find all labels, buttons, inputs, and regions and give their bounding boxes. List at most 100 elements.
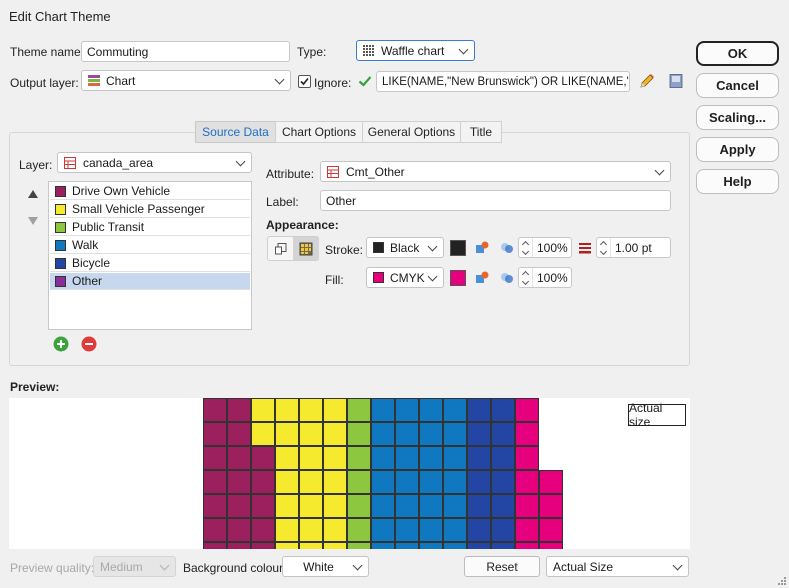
resize-grip-icon[interactable] [777,576,787,586]
waffle-cell [515,470,539,494]
tab-general-options[interactable]: General Options [362,121,461,143]
waffle-cell [299,542,323,549]
list-item[interactable]: Drive Own Vehicle [50,183,250,200]
preview-quality-select[interactable]: Medium [93,556,176,577]
color-picker-icon[interactable] [475,271,489,285]
appearance-title: Appearance: [266,218,339,232]
fill-color-select[interactable]: CMYK [366,267,444,288]
waffle-cell [443,422,467,446]
stroke-color-value: Black [390,240,420,255]
preview-quality-label: Preview quality: [10,561,95,575]
output-layer-select[interactable]: Chart [81,70,291,91]
waffle-cell [251,422,275,446]
grid-fill-icon [299,242,313,255]
book-icon[interactable] [668,73,684,89]
theme-name-input[interactable]: Commuting [81,41,290,62]
item-color-swatch [55,221,66,233]
waffle-cell [251,470,275,494]
move-down-icon[interactable] [27,216,39,226]
waffle-cell [275,470,299,494]
ignore-expression-input[interactable]: LIKE(NAME,"New Brunswick") OR LIKE(NAME,… [376,71,630,92]
item-label: Public Transit [72,220,145,234]
window-title: Edit Chart Theme [9,9,111,24]
waffle-cell [227,470,251,494]
chevron-down-icon [427,271,438,281]
fill-opacity-stepper[interactable]: 100% [518,267,572,288]
waffle-cell [443,518,467,542]
waffle-cell [539,470,563,494]
help-button[interactable]: Help [696,169,779,194]
item-label-input[interactable]: Other [320,190,671,211]
items-list[interactable]: Drive Own Vehicle Small Vehicle Passenger… [48,181,252,330]
list-item[interactable]: Walk [50,237,250,254]
list-item[interactable]: Public Transit [50,219,250,236]
list-item[interactable]: Small Vehicle Passenger [50,201,250,218]
list-item[interactable]: Other [50,273,250,290]
waffle-cell [467,446,491,470]
waffle-cell [515,446,539,470]
item-label: Small Vehicle Passenger [72,202,205,216]
chevron-down-icon [159,560,170,570]
waffle-cell [227,398,251,422]
output-layer-label: Output layer: [10,76,79,90]
item-color-swatch [55,239,66,251]
tab-title[interactable]: Title [460,121,502,143]
output-layer-value: Chart [106,73,136,88]
waffle-cell [227,518,251,542]
stroke-color-select[interactable]: Black [366,237,444,258]
tab-chart-options[interactable]: Chart Options [275,121,363,143]
add-item-icon[interactable] [53,336,69,352]
outline-mode-button[interactable] [268,237,293,260]
waffle-cell [203,422,227,446]
remove-item-icon[interactable] [81,336,97,352]
waffle-cell [251,518,275,542]
waffle-cell [299,398,323,422]
waffle-cell [299,446,323,470]
ignore-label: Ignore: [314,76,352,90]
reset-button[interactable]: Reset [464,556,540,577]
preview-title: Preview: [10,380,60,394]
appearance-mode-toggle [267,236,319,261]
fill-mode-button[interactable] [293,237,319,260]
waffle-cell [419,494,443,518]
fill-color-box[interactable] [450,270,466,286]
waffle-cell [347,518,371,542]
ignore-checkbox[interactable] [298,75,311,88]
opacity-icon [501,243,513,253]
waffle-cell [467,422,491,446]
attribute-select[interactable]: Cmt_Other [320,161,671,182]
waffle-cell [323,518,347,542]
layer-value: canada_area [83,155,154,170]
ok-button[interactable]: OK [696,41,779,66]
waffle-cell [467,398,491,422]
stroke-width-stepper[interactable]: 1.00 pt [596,237,671,258]
preview-size-select[interactable]: Actual Size [546,556,689,577]
waffle-cell [371,470,395,494]
waffle-cell [227,422,251,446]
cancel-button[interactable]: Cancel [696,73,779,98]
waffle-cell [491,542,515,549]
waffle-cell [467,518,491,542]
waffle-cell [371,518,395,542]
stroke-width-value: 1.00 pt [615,240,652,255]
type-select[interactable]: Waffle chart [356,40,475,61]
list-item[interactable]: Bicycle [50,255,250,272]
waffle-cell [419,518,443,542]
background-colour-select[interactable]: White [282,556,369,577]
color-picker-icon[interactable] [475,241,489,255]
stroke-color-box[interactable] [450,240,466,256]
waffle-cell [395,398,419,422]
scaling-button[interactable]: Scaling... [696,105,779,130]
pencil-icon[interactable] [638,72,656,90]
apply-button[interactable]: Apply [696,137,779,162]
tab-source-data[interactable]: Source Data [195,121,276,143]
waffle-cell [275,398,299,422]
waffle-cell [491,398,515,422]
chevron-down-icon [672,560,683,570]
waffle-cell [467,542,491,549]
move-up-icon[interactable] [27,189,39,199]
waffle-cell [371,542,395,549]
layer-select[interactable]: canada_area [57,152,252,173]
waffle-cell [395,470,419,494]
stroke-opacity-stepper[interactable]: 100% [518,237,572,258]
